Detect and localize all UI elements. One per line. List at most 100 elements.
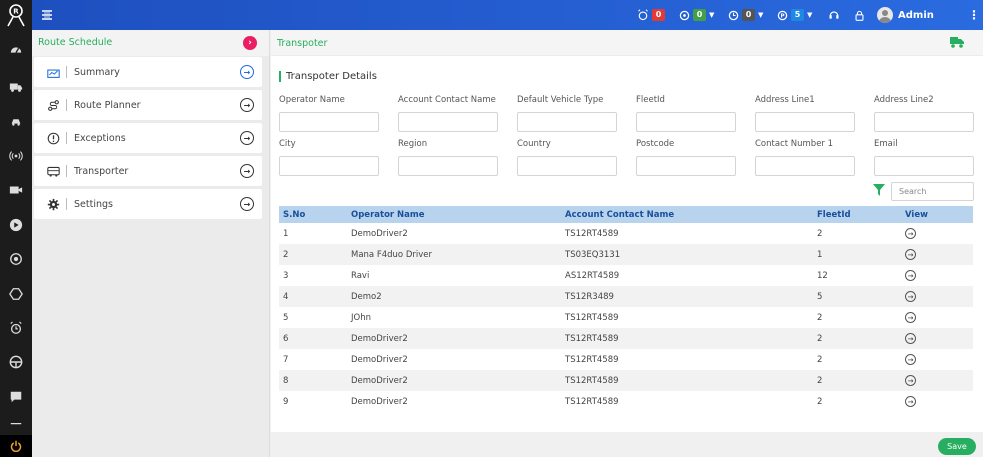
cell-account-contact-name: TS12RT4589 <box>561 370 813 391</box>
user-menu[interactable]: Admin <box>877 6 934 24</box>
divider <box>66 165 67 177</box>
divider <box>66 198 67 210</box>
fleet-id-input[interactable] <box>636 112 736 132</box>
region-input[interactable] <box>398 156 498 176</box>
field-label: Account Contact Name <box>398 95 496 105</box>
cell-fleet-id: 2 <box>813 349 901 370</box>
steering-wheel-icon[interactable] <box>8 354 24 370</box>
divider <box>66 132 67 144</box>
address-line2-input[interactable] <box>874 112 974 132</box>
cell-sno: 6 <box>279 328 347 349</box>
menu-toggle-icon[interactable] <box>40 8 54 22</box>
table-row: 9 DemoDriver2 TS12RT4589 2 → <box>279 391 973 412</box>
view-arrow-icon[interactable]: → <box>905 312 916 323</box>
account-contact-name-input[interactable] <box>398 112 498 132</box>
signal-icon[interactable] <box>8 148 24 164</box>
save-button[interactable]: Save <box>938 438 976 455</box>
cell-sno: 8 <box>279 370 347 391</box>
country-input[interactable] <box>517 156 617 176</box>
chat-icon[interactable] <box>8 389 24 405</box>
cell-operator-name: DemoDriver2 <box>347 391 561 412</box>
svg-text:P: P <box>780 13 784 19</box>
cell-account-contact-name: AS12RT4589 <box>561 265 813 286</box>
cell-operator-name: DemoDriver2 <box>347 349 561 370</box>
cloud-car-icon[interactable] <box>8 113 24 129</box>
filter-icon[interactable] <box>873 184 885 196</box>
more-icon[interactable] <box>8 423 24 429</box>
support-button[interactable] <box>828 7 840 23</box>
sidebar-item-exceptions[interactable]: Exceptions → <box>34 123 262 153</box>
view-arrow-icon[interactable]: → <box>905 291 916 302</box>
column-header-operator-name[interactable]: Operator Name <box>347 206 561 223</box>
view-arrow-icon[interactable]: → <box>905 228 916 239</box>
search-input[interactable] <box>891 182 974 201</box>
column-header-sno[interactable]: S.No <box>279 206 347 223</box>
headset-icon <box>829 11 839 19</box>
view-arrow-icon[interactable]: → <box>905 354 916 365</box>
target-icon[interactable] <box>8 251 24 267</box>
hexagon-icon[interactable] <box>8 286 24 302</box>
arrow-right-icon[interactable]: → <box>240 98 254 112</box>
play-icon[interactable] <box>8 217 24 233</box>
cell-account-contact-name: TS12RT4589 <box>561 391 813 412</box>
table-header-row: S.No Operator Name Account Contact Name … <box>279 206 973 223</box>
sidebar-item-transporter[interactable]: Transporter → <box>34 156 262 186</box>
sidebar-item-summary[interactable]: Summary → <box>34 57 262 87</box>
chevron-down-icon: ▼ <box>758 11 764 19</box>
arrow-right-icon[interactable]: → <box>240 131 254 145</box>
idle-indicator[interactable]: 0 ▼ <box>728 7 763 23</box>
field-label: Region <box>398 139 428 149</box>
region-field: Region <box>398 139 498 176</box>
page-title: Transpoter <box>277 38 328 49</box>
arrow-right-icon[interactable]: → <box>240 164 254 178</box>
alarm-clock-icon[interactable] <box>8 320 24 336</box>
kebab-menu-icon[interactable]: ⋮ <box>968 8 980 22</box>
column-header-account-contact-name[interactable]: Account Contact Name <box>561 206 813 223</box>
postcode-input[interactable] <box>636 156 736 176</box>
city-field: City <box>279 139 379 176</box>
address-line1-input[interactable] <box>755 112 855 132</box>
sidebar-item-route-planner[interactable]: Route Planner → <box>34 90 262 120</box>
lock-button[interactable] <box>854 7 865 23</box>
fleet-icon[interactable] <box>8 79 24 95</box>
field-label: Email <box>874 139 898 149</box>
app-logo-icon[interactable]: R <box>4 3 28 27</box>
view-arrow-icon[interactable]: → <box>905 249 916 260</box>
arrow-right-icon[interactable]: → <box>240 197 254 211</box>
view-arrow-icon[interactable]: → <box>905 270 916 281</box>
power-button[interactable] <box>0 435 32 457</box>
field-label: Contact Number 1 <box>755 139 834 149</box>
cell-operator-name: DemoDriver2 <box>347 328 561 349</box>
sidebar-item-label: Summary <box>74 66 120 78</box>
top-bar: 0 0 ▼ 0 ▼ P 5 ▼ Admin ⋮ <box>32 0 983 30</box>
parked-indicator[interactable]: P 5 ▼ <box>777 7 812 23</box>
email-input[interactable] <box>874 156 974 176</box>
cell-account-contact-name: TS12RT4589 <box>561 223 813 244</box>
online-indicator[interactable]: 0 ▼ <box>679 7 714 23</box>
sidebar-item-settings[interactable]: Settings → <box>34 189 262 219</box>
cell-view: → <box>901 328 973 349</box>
cell-sno: 7 <box>279 349 347 370</box>
column-header-view: View <box>901 206 973 223</box>
cell-operator-name: DemoDriver2 <box>347 223 561 244</box>
postcode-field: Postcode <box>636 139 736 176</box>
cell-sno: 5 <box>279 307 347 328</box>
operator-name-input[interactable] <box>279 112 379 132</box>
default-vehicle-type-input[interactable] <box>517 112 617 132</box>
sidebar-collapse-button[interactable]: › <box>243 36 257 50</box>
dashboard-icon[interactable] <box>8 42 24 58</box>
cell-fleet-id: 5 <box>813 286 901 307</box>
column-header-fleet-id[interactable]: FleetId <box>813 206 901 223</box>
sidebar-header: Route Schedule › <box>32 30 269 56</box>
contact-number-1-input[interactable] <box>755 156 855 176</box>
truck-icon[interactable] <box>949 35 965 49</box>
video-icon[interactable] <box>8 182 24 198</box>
city-input[interactable] <box>279 156 379 176</box>
arrow-right-icon[interactable]: → <box>240 65 254 79</box>
divider <box>66 99 67 111</box>
view-arrow-icon[interactable]: → <box>905 396 916 407</box>
online-icon <box>679 10 690 20</box>
view-arrow-icon[interactable]: → <box>905 333 916 344</box>
view-arrow-icon[interactable]: → <box>905 375 916 386</box>
alarm-indicator[interactable]: 0 <box>637 7 665 23</box>
